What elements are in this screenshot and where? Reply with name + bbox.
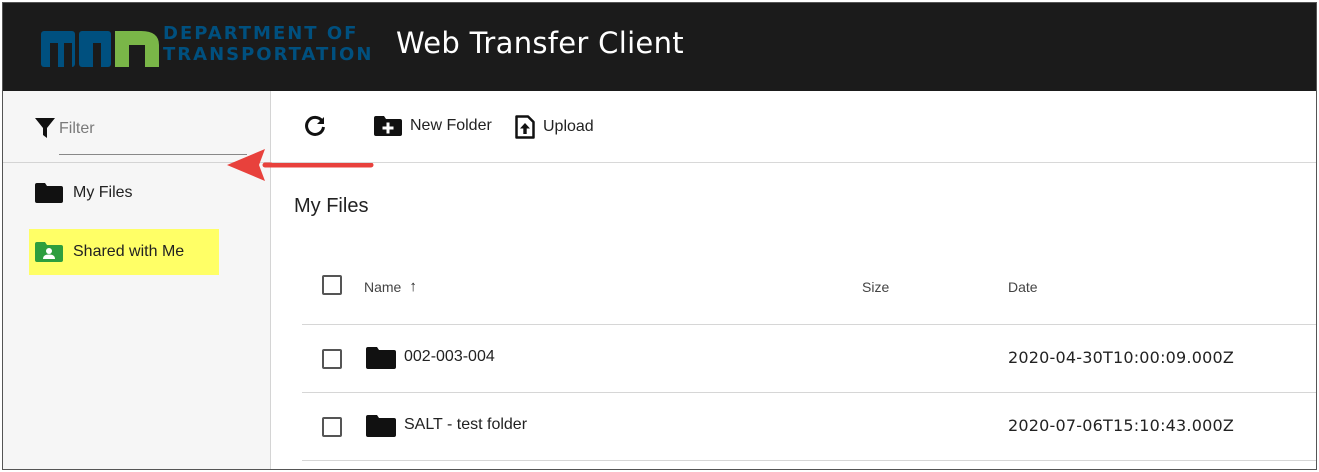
column-header-date[interactable]: Date bbox=[1008, 279, 1038, 295]
upload-icon bbox=[515, 115, 535, 139]
row-checkbox[interactable] bbox=[322, 349, 342, 369]
folder-icon bbox=[366, 415, 396, 437]
app-window: DEPARTMENT OF TRANSPORTATION Web Transfe… bbox=[2, 2, 1317, 470]
app-title: Web Transfer Client bbox=[396, 26, 684, 60]
select-all-checkbox[interactable] bbox=[322, 275, 342, 295]
folder-icon bbox=[35, 182, 63, 204]
new-folder-label: New Folder bbox=[410, 117, 492, 134]
file-date: 2020-04-30T10:00:09.000Z bbox=[1008, 348, 1235, 367]
refresh-icon bbox=[305, 115, 325, 136]
folder-icon bbox=[366, 347, 396, 369]
refresh-button[interactable] bbox=[304, 115, 334, 137]
new-folder-icon bbox=[374, 116, 402, 136]
column-header-size[interactable]: Size bbox=[862, 279, 889, 295]
mndot-logo bbox=[41, 31, 159, 67]
file-name[interactable]: 002-003-004 bbox=[404, 348, 495, 366]
dept-name: DEPARTMENT OF TRANSPORTATION bbox=[163, 23, 373, 65]
main-panel: New Folder Upload My Files Name ↑ Size D… bbox=[272, 91, 1316, 469]
upload-label: Upload bbox=[543, 118, 594, 135]
file-table: Name ↑ Size Date 002-003-004 2020-04-30T… bbox=[302, 251, 1316, 461]
filter-input[interactable] bbox=[59, 115, 247, 155]
row-checkbox[interactable] bbox=[322, 417, 342, 437]
column-name-label: Name bbox=[364, 278, 402, 295]
dept-line-2: TRANSPORTATION bbox=[163, 44, 374, 65]
header-bar: DEPARTMENT OF TRANSPORTATION Web Transfe… bbox=[3, 3, 1316, 91]
table-row[interactable]: 002-003-004 2020-04-30T10:00:09.000Z bbox=[302, 325, 1316, 393]
sidebar-item-label: My Files bbox=[73, 184, 133, 201]
sort-ascending-icon: ↑ bbox=[409, 278, 417, 295]
table-row[interactable]: SALT - test folder 2020-07-06T15:10:43.0… bbox=[302, 393, 1316, 461]
sidebar-item-my-files[interactable]: My Files bbox=[29, 171, 209, 215]
filter-icon bbox=[35, 118, 55, 138]
column-header-name[interactable]: Name ↑ bbox=[364, 278, 417, 295]
shared-folder-icon bbox=[35, 241, 63, 263]
toolbar: New Folder Upload bbox=[272, 91, 1316, 163]
file-name[interactable]: SALT - test folder bbox=[404, 416, 527, 434]
new-folder-button[interactable]: New Folder bbox=[374, 115, 492, 137]
page-title: My Files bbox=[294, 195, 369, 217]
upload-button[interactable]: Upload bbox=[515, 115, 594, 139]
dept-line-1: DEPARTMENT OF bbox=[163, 23, 359, 44]
sidebar-item-label: Shared with Me bbox=[73, 243, 185, 260]
sidebar-item-shared-with-me[interactable]: Shared with Me bbox=[29, 229, 219, 275]
file-date: 2020-07-06T15:10:43.000Z bbox=[1008, 416, 1235, 435]
table-header: Name ↑ Size Date bbox=[302, 251, 1316, 325]
